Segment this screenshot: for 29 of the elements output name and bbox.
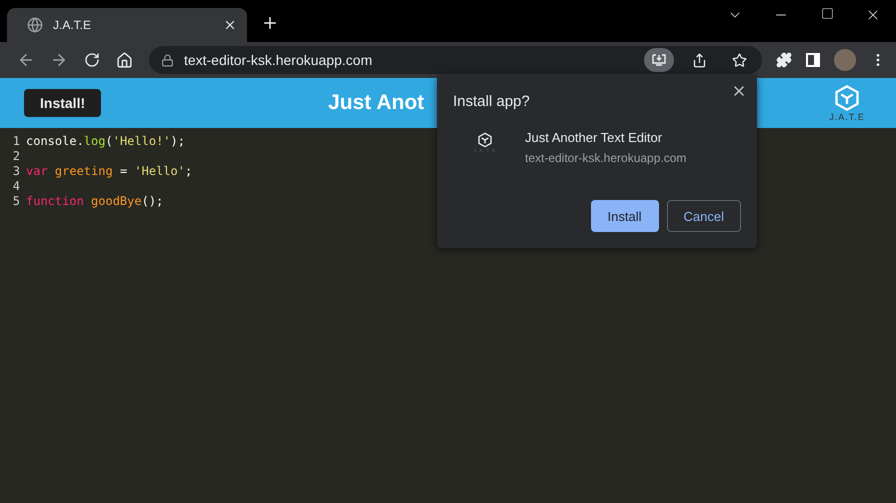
dialog-title: Install app? — [453, 93, 531, 110]
puzzle-icon[interactable] — [776, 52, 792, 68]
close-icon[interactable] — [223, 18, 237, 32]
app-name: Just Another Text Editor — [525, 130, 664, 145]
line-number: 1 — [12, 134, 21, 149]
code-line: console.log('Hello!'); — [26, 134, 185, 149]
new-tab-icon[interactable] — [261, 14, 279, 32]
cube-logo-icon — [833, 84, 861, 112]
app-icon — [477, 132, 493, 148]
line-number: 4 — [12, 179, 21, 194]
browser-tab[interactable]: J.A.T.E — [7, 8, 247, 42]
line-number: 5 — [12, 194, 21, 209]
line-number: 3 — [12, 164, 21, 179]
install-app-icon[interactable] — [644, 48, 674, 72]
globe-icon — [27, 17, 43, 33]
app-title: Just Anot — [328, 91, 424, 115]
install-button[interactable]: Install! — [24, 89, 102, 117]
app-url: text-editor-ksk.herokuapp.com — [525, 151, 686, 165]
line-number: 2 — [12, 149, 21, 164]
code-line: function goodBye(); — [26, 194, 164, 209]
lock-icon — [160, 54, 174, 66]
logo-text: J.A.T.E — [829, 112, 865, 122]
tab-title: J.A.T.E — [53, 18, 92, 32]
address-bar[interactable]: text-editor-ksk.herokuapp.com — [148, 46, 762, 74]
code-line: var greeting = 'Hello'; — [26, 164, 192, 179]
cancel-button[interactable]: Cancel — [666, 200, 741, 232]
install-button[interactable]: Install — [590, 200, 659, 232]
url-text: text-editor-ksk.herokuapp.com — [184, 52, 374, 68]
side-panel-icon[interactable] — [806, 53, 820, 67]
